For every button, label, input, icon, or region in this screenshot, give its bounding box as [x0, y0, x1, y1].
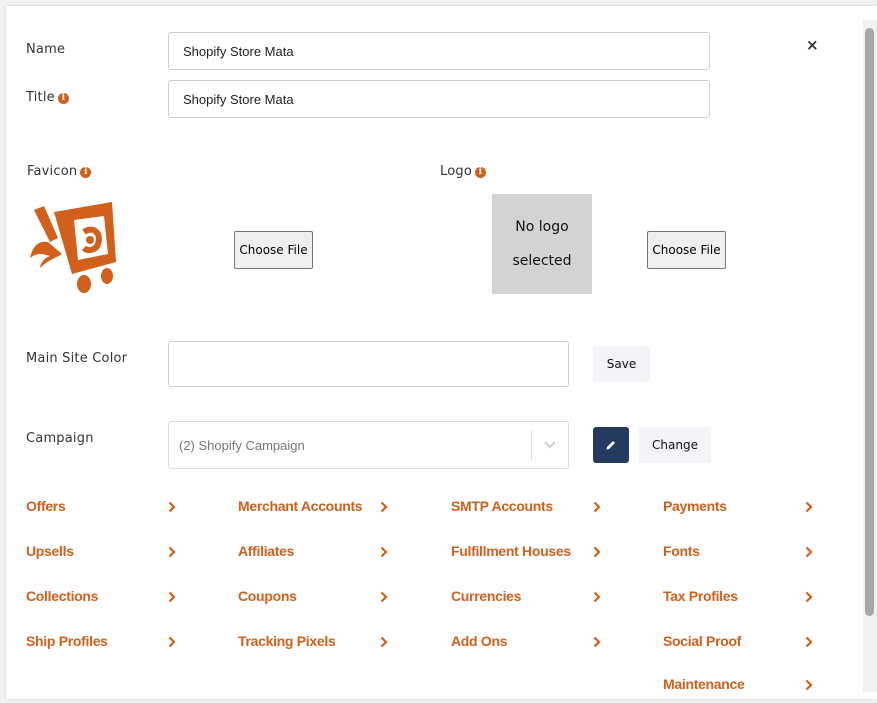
info-icon: i: [474, 167, 486, 178]
title-label: Title i: [26, 90, 69, 105]
chevron-right-icon[interactable]: [593, 546, 601, 558]
edit-campaign-button[interactable]: [593, 427, 629, 463]
favicon-choose-file-button[interactable]: Choose File: [234, 231, 313, 269]
info-icon: i: [80, 167, 92, 178]
chevron-right-icon[interactable]: [805, 591, 813, 603]
chevron-right-icon[interactable]: [380, 636, 388, 648]
chevron-down-icon[interactable]: [544, 441, 556, 449]
link-fulfillment-houses[interactable]: Fulfillment Houses: [451, 543, 571, 559]
link-tracking-pixels[interactable]: Tracking Pixels: [238, 633, 336, 649]
link-payments[interactable]: Payments: [663, 498, 727, 514]
logo-label: Logo i: [440, 164, 486, 179]
chevron-right-icon[interactable]: [380, 501, 388, 513]
link-coupons[interactable]: Coupons: [238, 588, 297, 604]
save-button[interactable]: Save: [593, 346, 650, 382]
info-icon: i: [57, 93, 69, 104]
link-offers[interactable]: Offers: [26, 498, 66, 514]
logo-label-text: Logo: [440, 164, 472, 179]
name-input[interactable]: Shopify Store Mata: [168, 32, 710, 70]
link-ship-profiles[interactable]: Ship Profiles: [26, 633, 108, 649]
campaign-label: Campaign: [26, 431, 94, 446]
chevron-right-icon[interactable]: [380, 546, 388, 558]
chevron-right-icon[interactable]: [168, 501, 176, 513]
chevron-right-icon[interactable]: [168, 591, 176, 603]
link-fonts[interactable]: Fonts: [663, 543, 700, 559]
main-site-color-input[interactable]: [168, 341, 569, 387]
close-icon[interactable]: ×: [806, 36, 819, 54]
name-label: Name: [26, 42, 66, 57]
main-site-color-label: Main Site Color: [26, 351, 128, 366]
chevron-right-icon[interactable]: [805, 636, 813, 648]
campaign-select-value: (2) Shopify Campaign: [179, 437, 305, 453]
logo-placeholder: No logo selected: [492, 194, 592, 294]
title-label-text: Title: [26, 90, 55, 105]
title-input[interactable]: Shopify Store Mata: [168, 80, 710, 118]
link-maintenance[interactable]: Maintenance: [663, 676, 745, 692]
campaign-select[interactable]: (2) Shopify Campaign: [168, 421, 569, 469]
favicon-label-text: Favicon: [27, 164, 78, 179]
chevron-right-icon[interactable]: [805, 679, 813, 691]
chevron-right-icon[interactable]: [380, 591, 388, 603]
chevron-right-icon[interactable]: [593, 591, 601, 603]
logo-placeholder-line2: selected: [512, 253, 572, 269]
shopping-cart-logo-icon: [30, 202, 116, 293]
store-settings-modal: × Name Shopify Store Mata Title i Shopify…: [6, 6, 877, 699]
pencil-icon: [606, 441, 615, 450]
chevron-right-icon[interactable]: [168, 546, 176, 558]
link-smtp-accounts[interactable]: SMTP Accounts: [451, 498, 553, 514]
chevron-right-icon[interactable]: [168, 636, 176, 648]
link-affiliates[interactable]: Affiliates: [238, 543, 294, 559]
scrollbar-thumb[interactable]: [865, 28, 874, 616]
link-currencies[interactable]: Currencies: [451, 588, 521, 604]
logo-placeholder-line1: No logo: [515, 219, 569, 235]
link-tax-profiles[interactable]: Tax Profiles: [663, 588, 738, 604]
link-add-ons[interactable]: Add Ons: [451, 633, 508, 649]
logo-choose-file-button[interactable]: Choose File: [647, 231, 726, 269]
chevron-right-icon[interactable]: [805, 546, 813, 558]
select-divider: [531, 430, 532, 460]
link-upsells[interactable]: Upsells: [26, 543, 74, 559]
chevron-right-icon[interactable]: [593, 636, 601, 648]
link-collections[interactable]: Collections: [26, 588, 98, 604]
link-social-proof[interactable]: Social Proof: [663, 633, 741, 649]
chevron-right-icon[interactable]: [805, 501, 813, 513]
change-campaign-button[interactable]: Change: [639, 427, 711, 463]
chevron-right-icon[interactable]: [593, 501, 601, 513]
link-merchant-accounts[interactable]: Merchant Accounts: [238, 498, 363, 514]
favicon-label: Favicon i: [27, 164, 92, 179]
